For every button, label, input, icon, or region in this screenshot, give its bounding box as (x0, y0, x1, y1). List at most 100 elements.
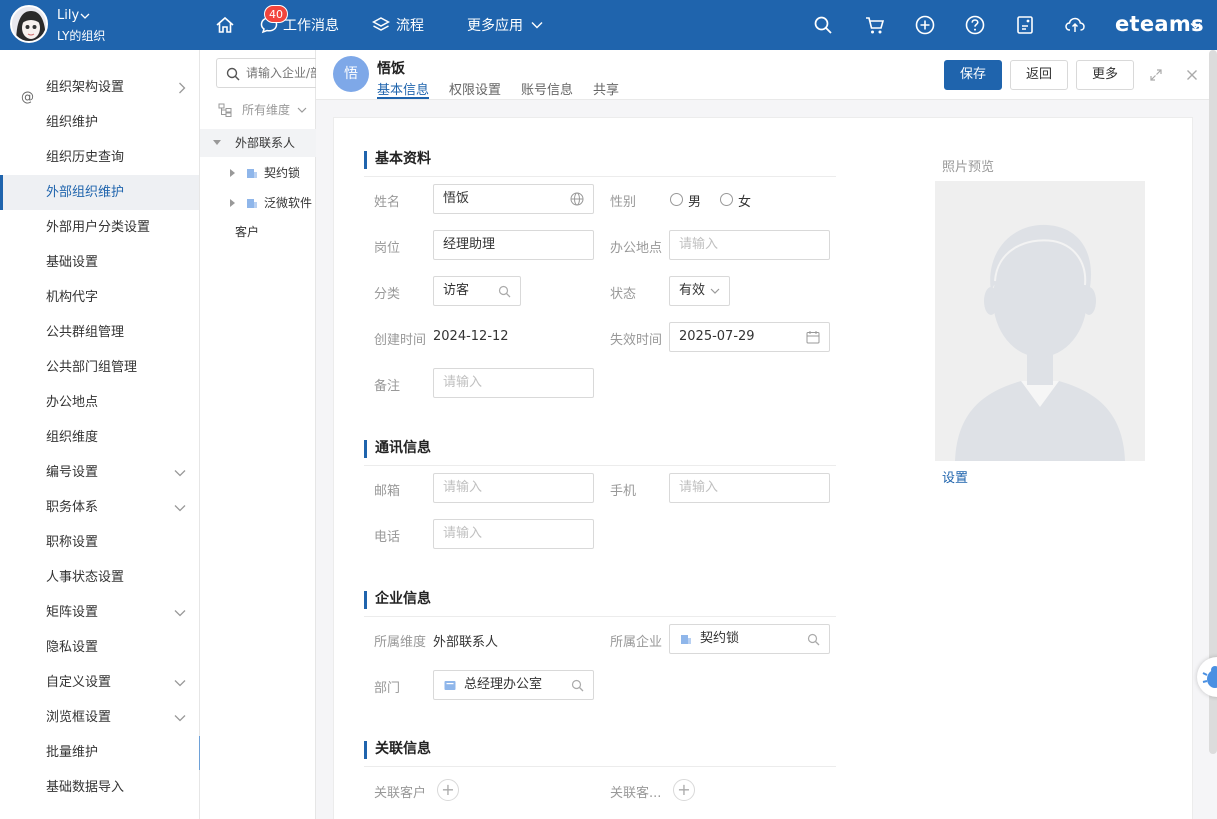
position-field[interactable]: 经理助理 (433, 230, 594, 260)
nav-more-apps[interactable]: 更多应用 (467, 0, 549, 50)
home-nav[interactable] (215, 0, 241, 50)
office-field[interactable]: 请输入 (669, 230, 830, 260)
chevron-right-icon (179, 82, 186, 94)
tree-node-label: 契约锁 (264, 166, 301, 180)
sidebar-item-privacy[interactable]: 隐私设置 (0, 630, 199, 665)
detail-panel: 悟 悟饭 基本信息 权限设置 账号信息 共享 保存 返回 更多 基本资料 姓名 … (316, 50, 1217, 819)
org-name[interactable]: LY的组织 (57, 27, 105, 44)
sidebar-item-basic-settings[interactable]: 基础设置 (0, 245, 199, 280)
search-icon[interactable] (571, 679, 584, 692)
sidebar-item-external-user-category[interactable]: 外部用户分类设置 (0, 210, 199, 245)
office-placeholder: 请输入 (679, 237, 719, 252)
sidebar-item-org-code[interactable]: 机构代字 (0, 280, 199, 315)
user-name[interactable]: Lily (57, 8, 79, 23)
company-field[interactable]: 契约锁 (669, 624, 830, 654)
sidebar-item-public-dept-groups[interactable]: 公共部门组管理 (0, 350, 199, 385)
dept-field[interactable]: 总经理办公室 (433, 670, 594, 700)
section-title-contact: 通讯信息 (364, 440, 431, 458)
more-button[interactable]: 更多 (1076, 60, 1134, 90)
sidebar-item-custom[interactable]: 自定义设置 (0, 665, 199, 700)
sidebar-item-label: 办公地点 (46, 395, 99, 410)
avatar-placeholder-icon (935, 181, 1145, 461)
sidebar-item-numbering[interactable]: 编号设置 (0, 455, 199, 490)
cart-icon[interactable] (864, 14, 886, 36)
tree-search-box[interactable] (216, 58, 316, 88)
notes-icon[interactable] (1014, 14, 1036, 36)
remark-field[interactable]: 请输入 (433, 368, 594, 398)
sidebar-item-org-dimensions[interactable]: 组织维度 (0, 420, 199, 455)
tree-node-label: 泛微软件 (264, 196, 313, 210)
tab-basic-info[interactable]: 基本信息 (377, 79, 430, 99)
sidebar-item-batch-maintain[interactable]: 批量维护 (0, 735, 199, 770)
tree-node-customer[interactable]: 客户 (200, 218, 316, 246)
mobile-field[interactable]: 请输入 (669, 473, 830, 503)
add-circle-icon[interactable] (914, 14, 936, 36)
detail-header: 悟 悟饭 基本信息 权限设置 账号信息 共享 保存 返回 更多 (316, 50, 1217, 100)
search-icon (226, 67, 240, 81)
sidebar-item-label: 编号设置 (46, 465, 99, 480)
photo-preview (935, 181, 1145, 461)
sidebar-item-label: 组织维护 (46, 115, 99, 130)
sidebar-item-org-structure[interactable]: @ 组织架构设置 (0, 70, 199, 105)
add-related-other-button[interactable]: + (673, 779, 695, 801)
sidebar-item-job-system[interactable]: 职务体系 (0, 490, 199, 525)
category-field[interactable]: 访客 (433, 276, 521, 306)
back-button[interactable]: 返回 (1010, 60, 1068, 90)
sidebar-item-label: 人事状态设置 (46, 570, 125, 585)
section-divider (364, 465, 836, 466)
calendar-icon[interactable] (806, 330, 820, 344)
org-tree-panel: 所有维度 外部联系人 契约锁 泛微软件 客户 (200, 50, 316, 819)
company-icon (247, 169, 257, 178)
tree-node-external-contacts[interactable]: 外部联系人 (200, 129, 316, 157)
tree-node-label: 外部联系人 (235, 136, 296, 150)
search-icon[interactable] (812, 14, 834, 36)
radio-circle (670, 193, 683, 206)
caret-right-icon (230, 169, 235, 177)
name-field[interactable]: 悟饭 (433, 184, 594, 214)
sidebar-item-org-maintain[interactable]: 组织维护 (0, 105, 199, 140)
sidebar-item-titles[interactable]: 职称设置 (0, 525, 199, 560)
dimension-field-label: 所属维度 (374, 635, 427, 650)
tab-account-info[interactable]: 账号信息 (521, 79, 573, 99)
search-icon[interactable] (807, 633, 820, 646)
tree-node-qiyuesuo[interactable]: 契约锁 (200, 159, 316, 187)
help-icon[interactable] (964, 14, 986, 36)
tree-node-weaver[interactable]: 泛微软件 (200, 189, 316, 217)
expand-icon[interactable] (1150, 69, 1162, 81)
close-icon[interactable] (1186, 69, 1198, 81)
sidebar-item-hr-status[interactable]: 人事状态设置 (0, 560, 199, 595)
user-menu-chevron-icon[interactable] (80, 12, 90, 20)
sidebar-item-external-org[interactable]: 外部组织维护 (0, 175, 199, 210)
sidebar-item-label: 隐私设置 (46, 640, 99, 655)
brand-chevron-icon[interactable] (1190, 22, 1201, 30)
position-label: 岗位 (374, 241, 401, 256)
section-divider (364, 616, 836, 617)
sidebar-item-matrix[interactable]: 矩阵设置 (0, 595, 199, 630)
sidebar-item-office-locations[interactable]: 办公地点 (0, 385, 199, 420)
sidebar-item-org-history[interactable]: 组织历史查询 (0, 140, 199, 175)
cloud-icon[interactable] (1064, 14, 1086, 36)
tab-permissions[interactable]: 权限设置 (449, 79, 501, 99)
tab-share[interactable]: 共享 (593, 79, 619, 99)
tree-search-input[interactable] (246, 65, 316, 81)
user-avatar[interactable] (10, 5, 48, 43)
globe-icon[interactable] (570, 192, 584, 206)
photo-set-link[interactable]: 设置 (942, 467, 968, 486)
save-button[interactable]: 保存 (944, 60, 1002, 90)
record-name: 悟饭 (377, 61, 405, 77)
add-related-customer-button[interactable]: + (437, 779, 459, 801)
sidebar-item-label: 浏览框设置 (46, 710, 112, 725)
sidebar-item-data-import[interactable]: 基础数据导入 (0, 770, 199, 805)
page-scrollbar[interactable] (1209, 50, 1217, 754)
expire-date-field[interactable]: 2025-07-29 (669, 322, 830, 352)
dimension-selector[interactable]: 所有维度 (218, 100, 307, 120)
search-icon[interactable] (498, 285, 511, 298)
phone-field[interactable]: 请输入 (433, 519, 594, 549)
status-value: 有效 (679, 283, 706, 298)
sidebar-item-public-groups[interactable]: 公共群组管理 (0, 315, 199, 350)
nav-flow[interactable]: 流程 (372, 0, 424, 50)
email-field[interactable]: 请输入 (433, 473, 594, 503)
sidebar-item-label: 外部组织维护 (46, 185, 125, 200)
sidebar-item-browse-box[interactable]: 浏览框设置 (0, 700, 199, 735)
status-select[interactable]: 有效 (669, 276, 730, 306)
